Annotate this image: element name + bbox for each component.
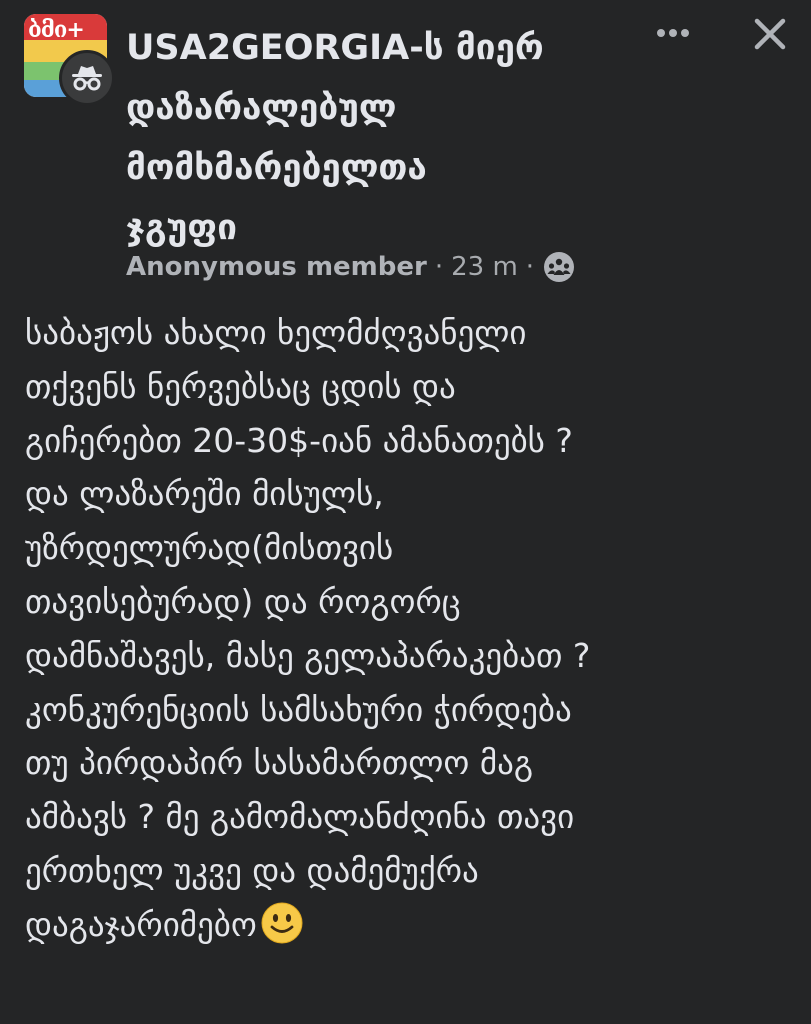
- group-name-line: USA2GEORGIA-ს მიერ: [126, 28, 544, 68]
- post-text-line: გიჩერებთ 20-30$-იან ამანათებს ?: [25, 420, 573, 460]
- group-members-icon: [544, 252, 575, 282]
- post-text-line: დამნაშავეს, მასე გელაპარაკებათ ?: [25, 635, 591, 675]
- incognito-icon: [72, 66, 102, 91]
- post-text-line: ერთხელ უკვე და დამემუქრა: [25, 850, 479, 890]
- anonymous-badge: [59, 50, 115, 106]
- more-horizontal-icon: [657, 29, 689, 37]
- post-header: ბმი+ USA2GEORGIA-ს მიერ დაზარალებულ მომხ…: [0, 0, 811, 300]
- more-options-button[interactable]: [650, 16, 696, 50]
- post-text-line: თქვენს ნერვებსაც ცდის და: [25, 366, 456, 406]
- slightly-smiling-face-icon: [261, 902, 303, 960]
- group-name[interactable]: USA2GEORGIA-ს მიერ დაზარალებულ მომხმარებ…: [126, 18, 596, 258]
- group-name-line: მომხმარებელთა: [126, 148, 427, 188]
- post-text-line: თუ პირდაპირ სასამართლო მაგ: [25, 743, 534, 783]
- group-name-line: დაზარალებულ: [126, 88, 397, 128]
- post-text-line: და ლაზარეში მისულს,: [25, 474, 384, 514]
- post-text-line-last: დაგაჯარიმებო: [25, 898, 795, 960]
- close-icon: [754, 18, 786, 50]
- close-button[interactable]: [748, 12, 792, 56]
- post-text-line: თავისებურად) და როგორც: [25, 581, 461, 621]
- privacy-indicator[interactable]: [542, 250, 576, 284]
- post-text-line: კონკურენციის სამსახური ჭირდება: [25, 689, 572, 729]
- post-text-line: უზრდელურად(მისთვის: [25, 528, 394, 568]
- post-timestamp[interactable]: 23 m: [451, 252, 518, 282]
- author-name[interactable]: Anonymous member: [126, 252, 427, 282]
- post-text-line: ამბავს ? მე გამომალანძღინა თავი: [25, 797, 575, 837]
- post-text-fragment: დაგაჯარიმებო: [25, 904, 257, 944]
- meta-separator: ·: [434, 252, 444, 282]
- post-meta: Anonymous member · 23 m ·: [126, 247, 576, 287]
- post-text: საბაჟოს ახალი ხელმძღვანელი თქვენს ნერვებ…: [25, 306, 795, 960]
- meta-separator: ·: [525, 252, 535, 282]
- post-text-line: საბაჟოს ახალი ხელმძღვანელი: [25, 313, 527, 352]
- avatar-lettering: ბმი+: [28, 17, 85, 43]
